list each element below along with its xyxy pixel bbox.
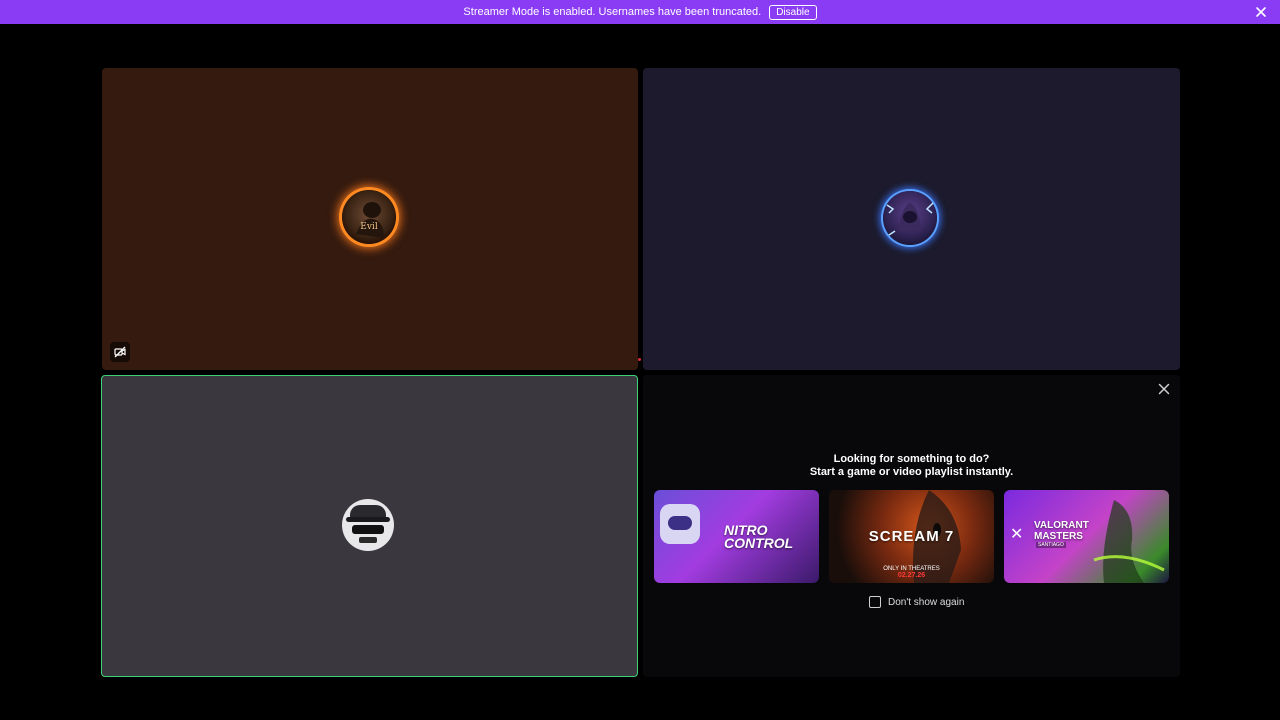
voice-participant-tile[interactable] bbox=[101, 375, 638, 677]
dont-show-again-label: Don't show again bbox=[888, 596, 965, 608]
card-date: 02.27.26 bbox=[897, 572, 926, 579]
close-icon[interactable] bbox=[1156, 381, 1172, 397]
avatar bbox=[883, 191, 937, 245]
card-title: NITRO CONTROL bbox=[724, 522, 794, 551]
promo-heading-line2: Start a game or video playlist instantly… bbox=[809, 466, 1014, 478]
card-title: SCREAM 7 bbox=[868, 528, 955, 545]
activity-card-valorant-masters[interactable]: ✕ VALORANT MASTERS SANTIAGO bbox=[1004, 490, 1169, 583]
promo-heading-line1: Looking for something to do? bbox=[833, 453, 990, 465]
muted-camera-icon bbox=[110, 342, 130, 362]
agent-figure-icon bbox=[1093, 500, 1165, 583]
activity-promo-panel: Looking for something to do? Start a gam… bbox=[643, 375, 1180, 677]
dont-show-again-option[interactable]: Don't show again bbox=[869, 596, 964, 608]
avatar-text: Evil bbox=[360, 222, 378, 232]
close-icon[interactable] bbox=[1254, 5, 1268, 19]
activity-card-scream[interactable]: SCREAM 7 ONLY IN THEATRES 02.27.26 bbox=[829, 490, 994, 583]
indicator-dot bbox=[638, 358, 641, 361]
disable-streamer-mode-button[interactable]: Disable bbox=[769, 4, 817, 20]
promo-heading: Looking for something to do? Start a gam… bbox=[643, 453, 1180, 479]
streamer-mode-banner: Streamer Mode is enabled. Usernames have… bbox=[0, 0, 1280, 24]
activity-card-nitro-control[interactable]: NITRO CONTROL bbox=[654, 490, 819, 583]
robot-mascot-icon bbox=[660, 504, 700, 544]
avatar bbox=[342, 499, 394, 551]
voice-participant-tile[interactable]: Evil bbox=[102, 68, 638, 370]
voice-participant-tile[interactable] bbox=[643, 68, 1180, 370]
dont-show-again-checkbox[interactable] bbox=[869, 596, 881, 608]
avatar: Evil bbox=[342, 190, 396, 244]
streamer-mode-message: Streamer Mode is enabled. Usernames have… bbox=[463, 6, 762, 18]
